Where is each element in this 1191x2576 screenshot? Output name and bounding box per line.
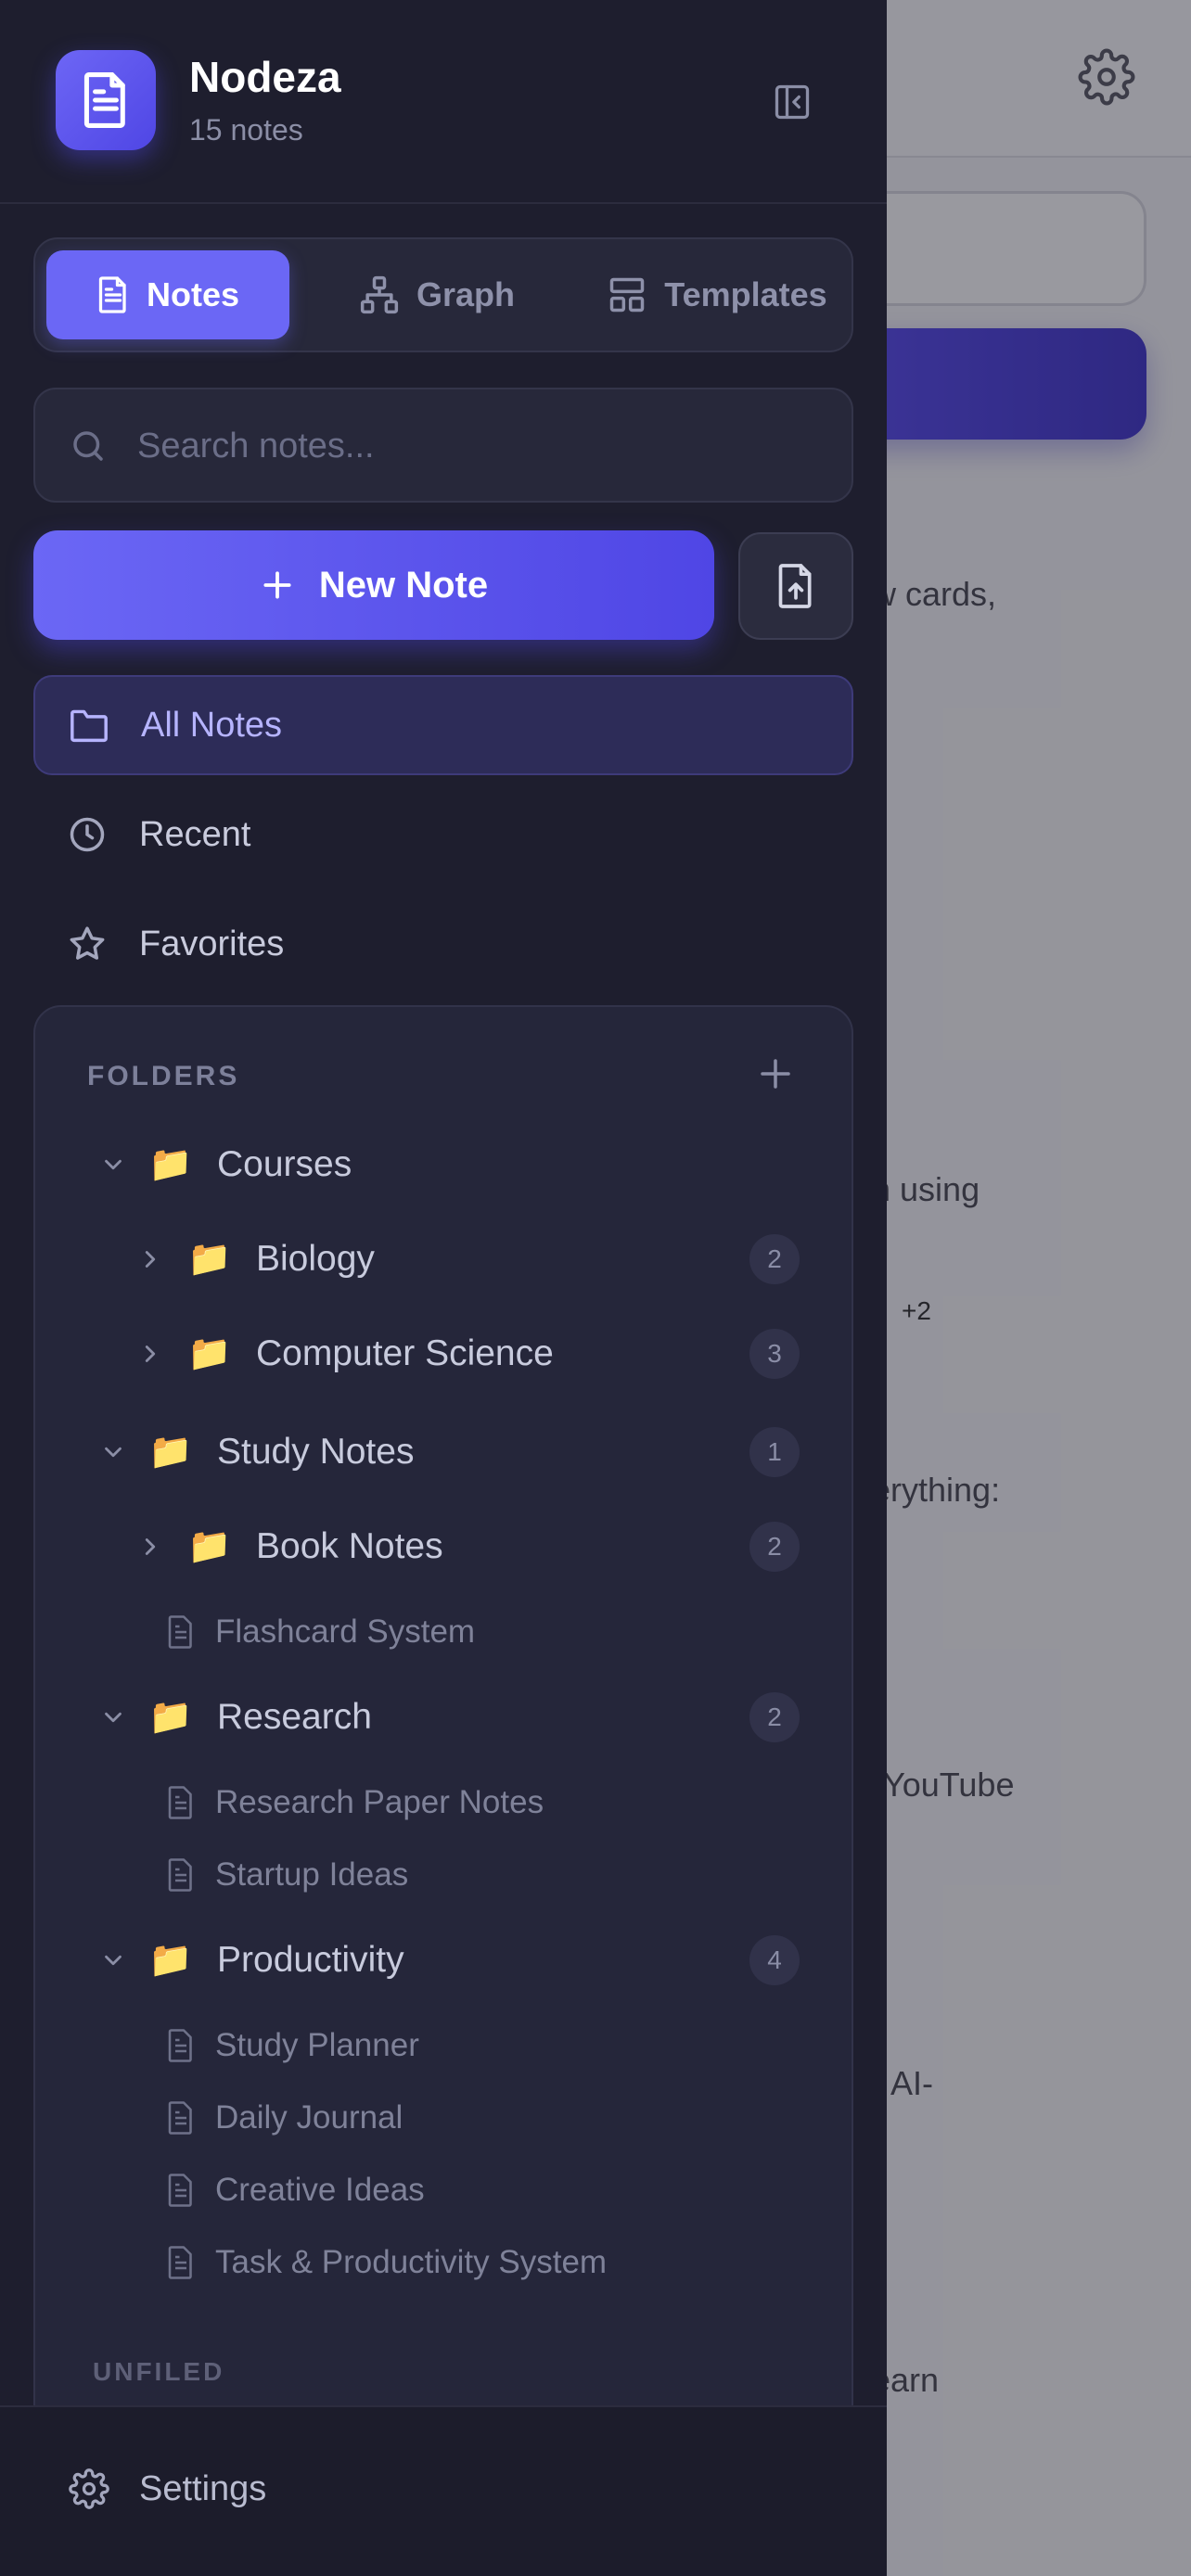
folder-icon: 📁 — [187, 1527, 232, 1566]
plus-icon — [263, 571, 291, 599]
note-row-study-planner[interactable]: Study Planner — [35, 2009, 855, 2083]
note-name: Creative Ideas — [215, 2172, 425, 2208]
folder-icon: 📁 — [187, 1334, 232, 1373]
count-badge: 2 — [749, 1692, 800, 1742]
gear-icon — [69, 2468, 109, 2509]
app-logo — [56, 50, 156, 150]
plus-icon — [761, 1059, 790, 1089]
count-badge: 3 — [749, 1329, 800, 1379]
note-file-icon — [168, 2101, 192, 2135]
chevron-right-icon[interactable] — [134, 1337, 167, 1371]
note-name: Startup Ideas — [215, 1856, 409, 1893]
chevron-down-icon[interactable] — [96, 1435, 130, 1469]
note-name: Daily Journal — [215, 2099, 403, 2136]
note-file-icon — [168, 1858, 192, 1892]
count-badge: 4 — [749, 1935, 800, 1985]
import-note-button[interactable] — [738, 532, 853, 640]
star-icon — [70, 926, 105, 960]
file-upload-icon — [778, 564, 812, 608]
sidebar-collapse-icon — [775, 84, 810, 120]
settings-label: Settings — [139, 2468, 267, 2508]
note-file-icon — [168, 2174, 192, 2207]
note-row-research-paper-notes[interactable]: Research Paper Notes — [35, 1766, 855, 1840]
tab-label: Notes — [146, 275, 240, 313]
document-icon — [98, 276, 126, 313]
new-note-button[interactable]: New Note — [33, 530, 714, 640]
unfiled-heading: UNFILED — [93, 2357, 225, 2386]
count-badge: 2 — [749, 1522, 800, 1572]
document-icon — [83, 72, 125, 128]
folder-icon: 📁 — [187, 1240, 232, 1279]
note-name: Flashcard System — [215, 1613, 476, 1650]
collapse-sidebar-button[interactable] — [766, 76, 818, 128]
tab-graph[interactable]: Graph — [339, 250, 534, 339]
template-layout-icon — [610, 277, 645, 312]
note-row-task-productivity-system[interactable]: Task & Productivity System — [35, 2225, 855, 2300]
folder-icon: 📁 — [148, 1145, 193, 1184]
note-name: Research Paper Notes — [215, 1784, 544, 1820]
chevron-right-icon[interactable] — [134, 1530, 167, 1563]
new-note-label: New Note — [318, 564, 489, 606]
folder-name: Study Notes — [217, 1432, 415, 1472]
nav-label: All Notes — [141, 705, 283, 745]
folder-row-computer-science[interactable]: 📁 Computer Science 3 — [35, 1317, 855, 1391]
folder-row-research[interactable]: 📁 Research 2 — [35, 1680, 855, 1754]
note-row-creative-ideas[interactable]: Creative Ideas — [35, 2153, 855, 2227]
folder-icon: 📁 — [148, 1698, 193, 1737]
view-tabs: Notes Graph Templates — [33, 237, 853, 352]
note-name: Task & Productivity System — [215, 2244, 608, 2280]
nav-favorites[interactable]: Favorites — [33, 894, 853, 994]
note-file-icon — [168, 2029, 192, 2062]
search-icon — [73, 431, 103, 461]
chevron-down-icon[interactable] — [96, 1944, 130, 1977]
nav-label: Recent — [139, 814, 251, 854]
folder-icon: 📁 — [148, 1433, 193, 1472]
folders-heading: FOLDERS — [87, 1061, 240, 1091]
tab-notes[interactable]: Notes — [46, 250, 289, 339]
search-input[interactable] — [137, 417, 824, 475]
sidebar-footer: Settings — [0, 2405, 887, 2576]
count-badge: 1 — [749, 1427, 800, 1477]
note-row-daily-journal[interactable]: Daily Journal — [35, 2081, 855, 2155]
sidebar: Nodeza 15 notes Notes Graph Templates Se… — [0, 0, 887, 2576]
nav-recent[interactable]: Recent — [33, 784, 853, 885]
folder-name: Biology — [256, 1239, 375, 1279]
app-title: Nodeza — [189, 53, 341, 101]
note-row-flashcard-system[interactable]: Flashcard System — [35, 1595, 855, 1669]
note-count: 15 notes — [189, 113, 303, 147]
folder-row-study-notes[interactable]: 📁 Study Notes 1 — [35, 1415, 855, 1489]
folder-row-book-notes[interactable]: 📁 Book Notes 2 — [35, 1510, 855, 1584]
folder-name: Book Notes — [256, 1526, 443, 1566]
nav-all-notes[interactable]: All Notes — [33, 675, 853, 775]
folder-icon: 📁 — [148, 1941, 193, 1980]
search-box — [33, 388, 853, 503]
folder-name: Productivity — [217, 1940, 404, 1980]
folder-icon — [70, 709, 108, 743]
chevron-down-icon[interactable] — [96, 1148, 130, 1181]
tab-templates[interactable]: Templates — [583, 250, 852, 339]
chevron-right-icon[interactable] — [134, 1243, 167, 1276]
nav-label: Favorites — [139, 924, 285, 963]
tab-label: Templates — [664, 275, 827, 313]
note-row-startup-ideas[interactable]: Startup Ideas — [35, 1838, 855, 1912]
folder-row-productivity[interactable]: 📁 Productivity 4 — [35, 1923, 855, 1997]
clock-icon — [70, 817, 105, 852]
note-file-icon — [168, 2246, 192, 2279]
folders-panel: FOLDERS 📁 Courses 📁 Biology 2 📁 Computer… — [33, 1005, 853, 2576]
note-file-icon — [168, 1615, 192, 1649]
folder-name: Research — [217, 1697, 372, 1737]
note-name: Study Planner — [215, 2027, 419, 2063]
folder-row-biology[interactable]: 📁 Biology 2 — [35, 1222, 855, 1296]
sidebar-header: Nodeza 15 notes — [0, 0, 887, 204]
chevron-down-icon[interactable] — [96, 1701, 130, 1734]
settings-button[interactable]: Settings — [69, 2468, 266, 2509]
add-folder-button[interactable] — [753, 1052, 798, 1096]
count-badge: 2 — [749, 1234, 800, 1284]
graph-network-icon — [360, 275, 399, 314]
note-file-icon — [168, 1786, 192, 1819]
folder-name: Computer Science — [256, 1333, 554, 1373]
folder-row-courses[interactable]: 📁 Courses — [35, 1128, 855, 1202]
tab-label: Graph — [416, 275, 515, 313]
folder-name: Courses — [217, 1144, 352, 1184]
